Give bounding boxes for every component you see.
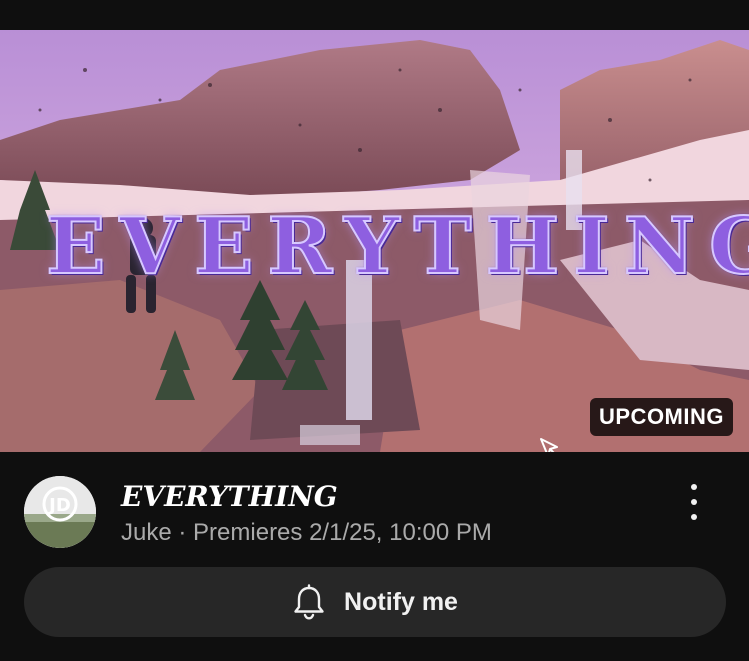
- kebab-dot: [691, 484, 697, 490]
- channel-avatar[interactable]: JD: [24, 476, 96, 548]
- upcoming-badge: UPCOMING: [590, 398, 733, 436]
- thumbnail-title: EVERYTHING: [45, 200, 749, 293]
- top-bar: [0, 0, 749, 30]
- separator: ·: [178, 519, 187, 546]
- pointer-icon: [540, 438, 558, 452]
- avatar-image: JD: [24, 476, 96, 548]
- video-thumbnail[interactable]: EVERYTHING UPCOMING: [0, 30, 749, 452]
- video-title[interactable]: EVERYTHING: [121, 480, 338, 513]
- bell-icon: [294, 584, 324, 620]
- video-meta: JD EVERYTHING Juke · Premieres 2/1/25, 1…: [0, 452, 749, 562]
- more-vertical-icon[interactable]: [676, 482, 712, 522]
- kebab-dot: [691, 514, 697, 520]
- premiere-schedule: Premieres 2/1/25, 10:00 PM: [193, 519, 492, 546]
- avatar-text: JD: [47, 495, 71, 516]
- notify-me-button[interactable]: Notify me: [24, 567, 726, 637]
- video-subtitle: Juke · Premieres 2/1/25, 10:00 PM: [121, 519, 492, 547]
- notify-me-label: Notify me: [344, 587, 458, 616]
- channel-name[interactable]: Juke: [121, 519, 172, 546]
- kebab-dot: [691, 499, 697, 505]
- thumbnail-title-text: EVERYTHING: [45, 200, 749, 293]
